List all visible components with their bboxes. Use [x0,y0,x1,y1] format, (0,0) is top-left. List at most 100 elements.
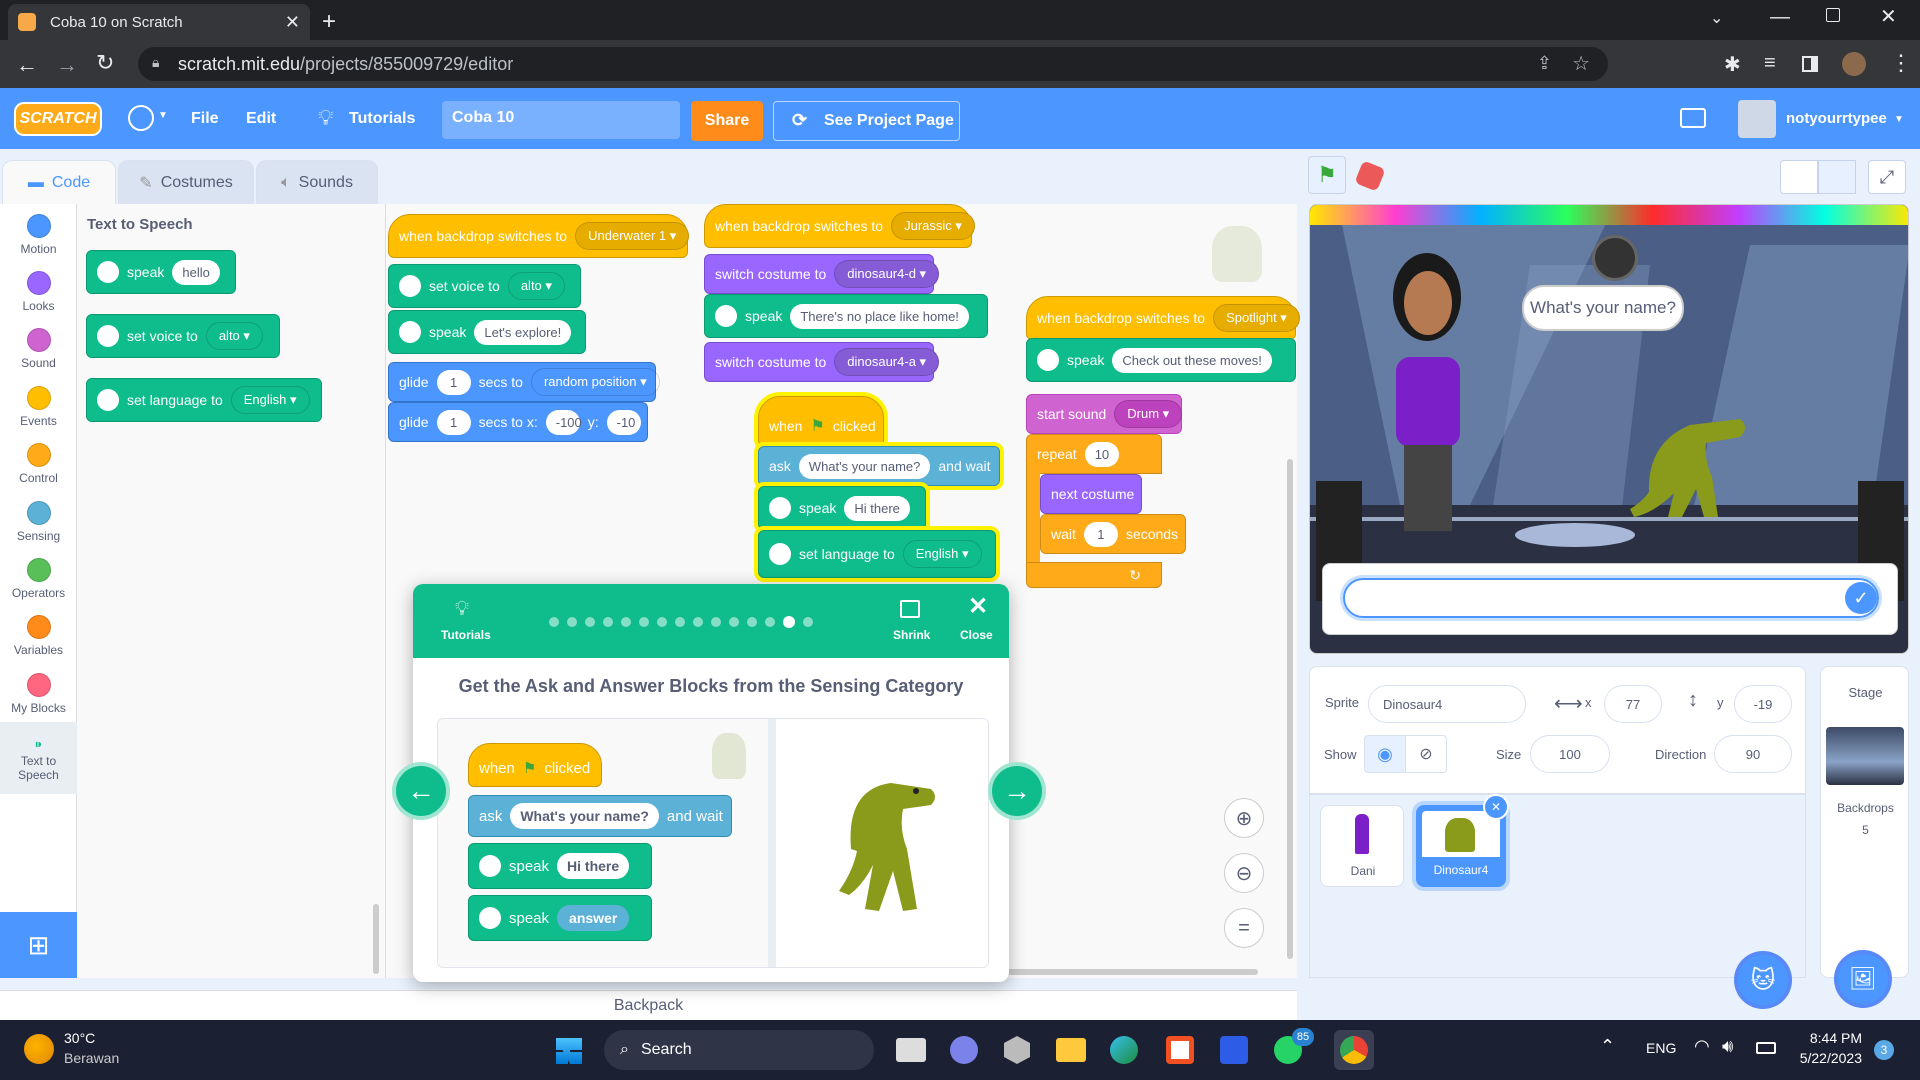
palette-set-language-block[interactable]: set language to English ▾ [86,378,322,422]
close-button[interactable]: Close [960,628,993,642]
tutorial-label[interactable]: Tutorials [441,628,491,642]
see-project-page-button[interactable]: ⟳ See Project Page [773,101,960,141]
script3-green-flag-hat[interactable]: when ⚑ clicked [758,396,884,446]
user-avatar[interactable] [1738,100,1776,138]
script4-next-costume-block[interactable]: next costume [1040,474,1142,514]
backdrop-dropdown[interactable]: Spotlight ▾ [1213,304,1300,332]
script1-hat-block[interactable]: when backdrop switches to Underwater 1 ▾ [388,214,690,258]
stop-button[interactable] [1354,160,1386,192]
category-sound[interactable]: Sound [0,328,77,370]
browser-menu-icon[interactable]: ⋮ [1890,50,1912,76]
user-chevron-down-icon[interactable]: ▼ [1894,114,1904,125]
edit-menu[interactable]: Edit [246,110,276,128]
file-explorer-icon[interactable] [1056,1038,1086,1062]
script3-speak-block[interactable]: speak Hi there [758,486,926,530]
tutorial-next-button[interactable]: → [988,762,1046,820]
y-position-input[interactable]: -19 [1734,685,1792,723]
large-stage-button[interactable] [1818,160,1856,194]
tutorial-prev-button[interactable]: ← [392,762,450,820]
zoom-out-button[interactable]: ⊖ [1224,853,1264,893]
script2-switch-costume-block-2[interactable]: switch costume to dinosaur4-a ▾ [704,342,940,382]
speak-text-input[interactable]: Check out these moves! [1112,347,1272,373]
chevron-up-icon[interactable]: ⌃ [1600,1036,1615,1057]
glide-target-dropdown[interactable]: random position ▾ [530,368,660,396]
tab-code[interactable]: ▬ Code [2,160,116,204]
speak-text-input[interactable]: There's no place like home! [790,303,969,329]
share-button[interactable]: Share [691,101,763,141]
close-icon[interactable]: ✕ [968,592,988,621]
speak-text-input[interactable]: Let's explore! [474,319,572,345]
language-chevron-down-icon[interactable]: ▼ [158,110,168,121]
category-sensing[interactable]: Sensing [0,501,77,543]
windows-start-icon[interactable] [556,1038,582,1064]
category-operators[interactable]: Operators [0,558,77,600]
tab-close-icon[interactable]: ✕ [285,12,300,33]
scratch-logo[interactable]: SCRATCH [14,102,102,136]
weather-temp[interactable]: 30°C [64,1030,95,1046]
sprite-tile-dinosaur4[interactable]: Dinosaur4 ✕ [1416,794,1509,887]
script1-set-voice-block[interactable]: set voice to alto ▾ [388,264,581,308]
notification-count[interactable]: 3 [1874,1040,1894,1060]
green-flag-button[interactable]: ⚑ [1308,156,1346,194]
profile-avatar[interactable] [1842,52,1866,76]
clock-time[interactable]: 8:44 PM [1790,1030,1862,1046]
taskbar-search-box[interactable]: ⌕ Search [604,1030,874,1070]
category-events[interactable]: Events [0,386,77,428]
window-maximize-icon[interactable] [1826,8,1840,22]
wait-secs-input[interactable]: 1 [1083,521,1118,547]
script2-speak-block[interactable]: speak There's no place like home! [704,294,988,338]
speak-text-input[interactable]: Hi there [844,495,910,521]
store-icon[interactable] [1166,1036,1194,1064]
script2-switch-costume-block[interactable]: switch costume to dinosaur4-d ▾ [704,254,940,294]
script4-start-sound-block[interactable]: start sound Drum ▾ [1026,394,1183,434]
repeat-count-input[interactable]: 10 [1084,441,1120,467]
shrink-button[interactable]: Shrink [893,628,930,642]
tutorials-lightbulb-icon[interactable]: 💡︎ [455,598,469,621]
teams-icon[interactable] [950,1036,978,1064]
glide-x-input[interactable]: -100 [545,409,582,435]
zoom-in-button[interactable]: ⊕ [1224,798,1264,838]
direction-input[interactable]: 90 [1714,735,1792,773]
address-bar[interactable]: 🔒︎ scratch.mit.edu/projects/855009729/ed… [138,47,1608,81]
glide-secs-input[interactable]: 1 [436,369,471,395]
show-visible-eye-icon[interactable]: ◉ [1364,735,1406,773]
voice-dropdown[interactable]: alto ▾ [205,322,263,350]
shrink-icon[interactable] [900,600,920,618]
bookmark-star-icon[interactable]: ☆ [1572,51,1590,76]
category-my-blocks[interactable]: My Blocks [0,673,77,715]
script1-glide-block[interactable]: glide 1 secs to random position ▾ [388,362,660,402]
category-text-to-speech[interactable]: ⁍ Text to Speech [0,722,77,794]
side-panel-icon[interactable] [1802,56,1818,72]
extensions-icon[interactable]: ✱ [1724,52,1741,77]
show-hidden-eye-icon[interactable]: ⊘ [1405,735,1447,773]
tab-sounds[interactable]: 🔈︎ Sounds [256,160,378,204]
script3-ask-block[interactable]: ask What's your name? and wait [758,446,1000,486]
new-tab-button[interactable]: + [322,8,336,36]
window-minimize-icon[interactable]: — [1770,6,1790,29]
script3-set-language-block[interactable]: set language to English ▾ [758,530,996,578]
language-dropdown[interactable]: English ▾ [230,386,310,414]
tab-costumes[interactable]: ✎ Costumes [118,160,254,204]
reload-icon[interactable]: ↻ [96,50,114,76]
tutorials-lightbulb-icon[interactable]: 💡︎ [318,105,333,131]
language-globe-icon[interactable] [128,105,154,131]
stage-selector[interactable]: Stage Backdrops 5 [1820,666,1909,978]
app-icon[interactable] [1004,1036,1030,1064]
ask-answer-input[interactable] [1343,578,1879,618]
add-backdrop-button[interactable]: 🖼︎ [1834,950,1892,1008]
tab-search-icon[interactable]: ⌄ [1710,8,1723,28]
repeat-header[interactable]: repeat 10 [1026,434,1162,474]
glide-y-input[interactable]: -10 [606,409,641,435]
reading-list-icon[interactable]: ≡ [1764,52,1776,75]
sprite-name-input[interactable]: Dinosaur4 [1368,685,1526,723]
add-sprite-button[interactable]: 🐱︎ [1734,951,1792,1009]
workspace-horizontal-scrollbar[interactable] [986,969,1258,975]
back-icon[interactable]: ← [16,52,38,78]
fullscreen-icon[interactable]: ⤢ [1868,160,1906,194]
category-looks[interactable]: Looks [0,271,77,313]
costume-dropdown[interactable]: dinosaur4-d ▾ [834,260,940,288]
file-menu[interactable]: File [191,110,219,128]
backdrop-dropdown[interactable]: Jurassic ▾ [891,212,975,240]
forward-icon[interactable]: → [56,52,78,78]
chrome-icon[interactable] [1334,1030,1374,1070]
